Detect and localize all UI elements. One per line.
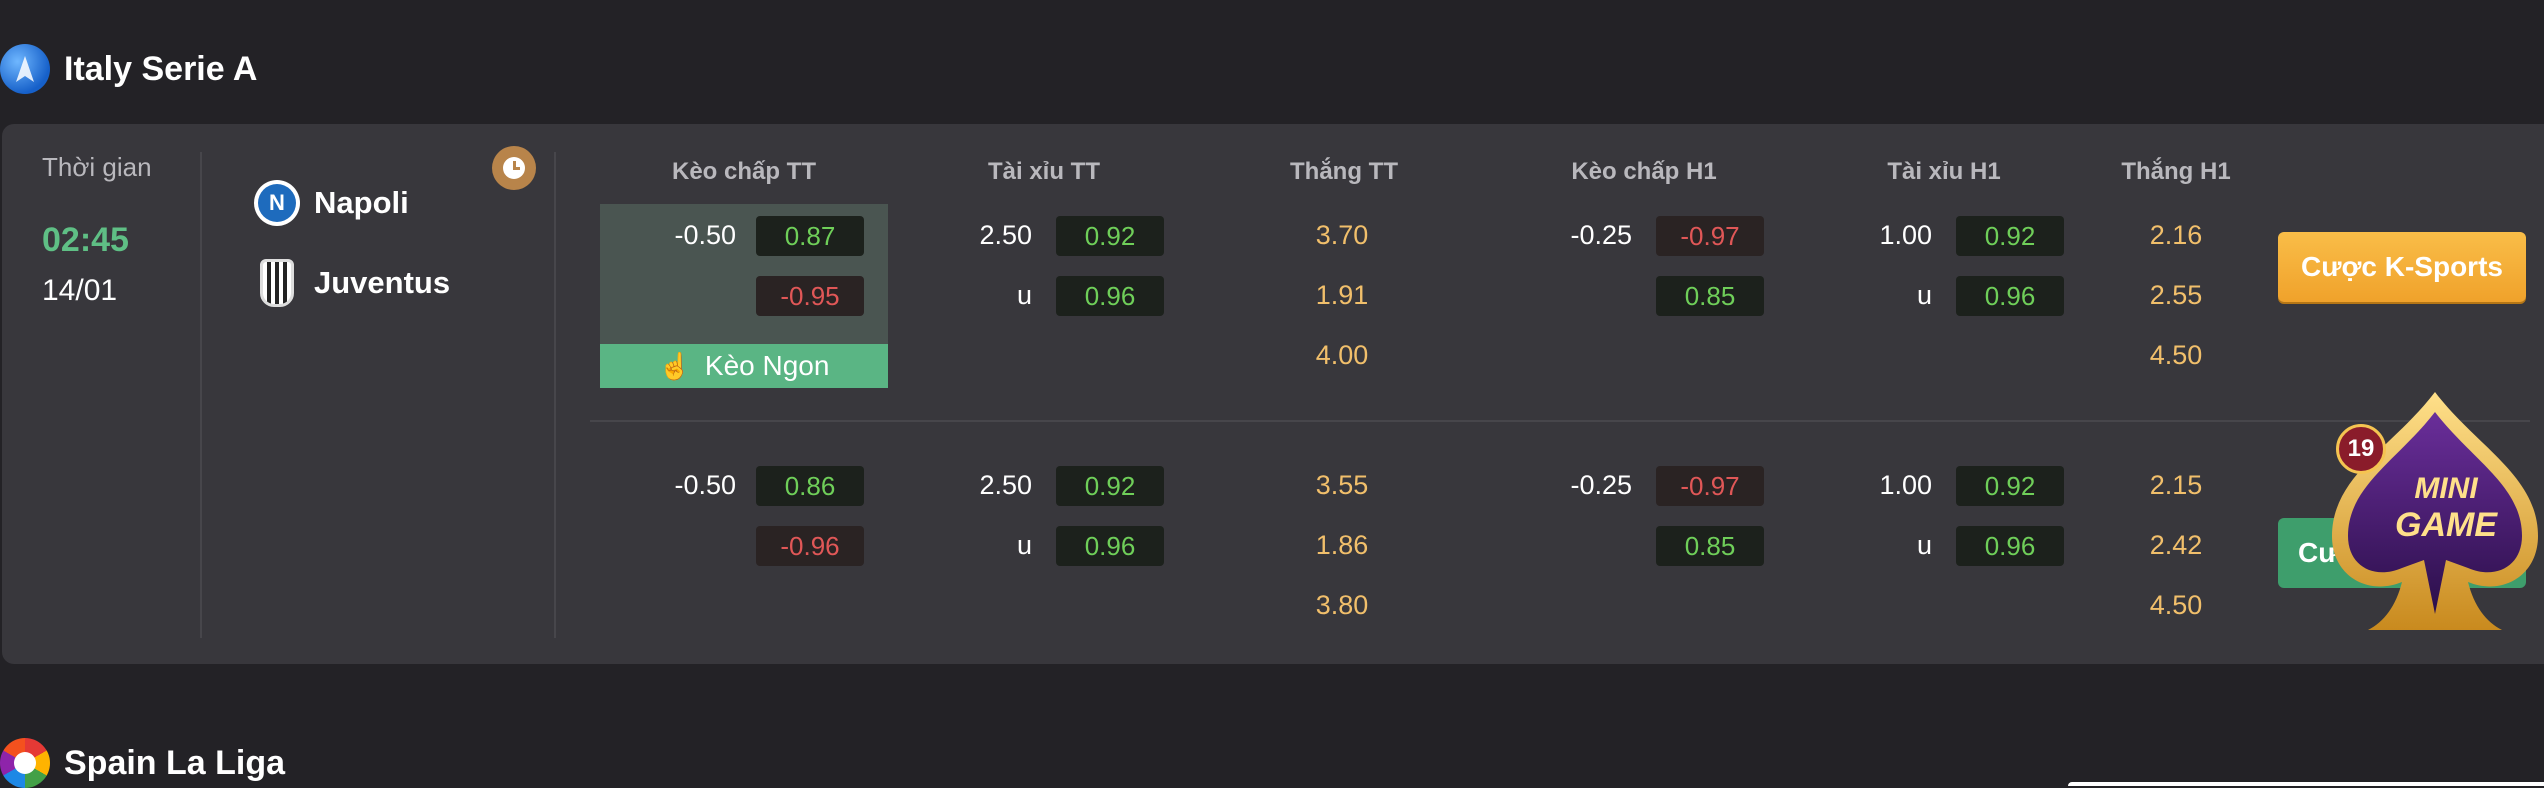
odds-pill[interactable]: 0.96 [1956, 276, 2064, 316]
odds-pill[interactable]: 0.96 [1056, 526, 1164, 566]
win-odds[interactable]: 4.00 [1292, 340, 1392, 371]
league-header-laliga[interactable]: Spain La Liga [0, 738, 285, 788]
match-time: 02:45 [42, 221, 129, 259]
odds-pill[interactable]: 0.85 [1656, 276, 1764, 316]
odds-pill[interactable]: 0.86 [756, 466, 864, 506]
napoli-logo-icon: N [254, 180, 300, 226]
mini-game-badge: 19 [2336, 424, 2386, 474]
match-date: 14/01 [42, 274, 118, 307]
mini-game-label-2: GAME [2395, 506, 2497, 544]
h1-win-odds[interactable]: 2.55 [2126, 280, 2226, 311]
bet-k-sports-button[interactable]: Cược K-Sports [2278, 232, 2526, 302]
header-win-ft: Thắng TT [1290, 158, 1398, 185]
ou-line: 2.50 [979, 470, 1032, 500]
bottom-panel-edge [2068, 782, 2544, 786]
h1-ou-under-label: u [1916, 530, 1932, 560]
clock-icon[interactable] [492, 146, 536, 190]
league-name: Spain La Liga [64, 743, 286, 782]
odds-pill[interactable]: 0.85 [1656, 526, 1764, 566]
odds-pill[interactable]: 0.92 [1956, 216, 2064, 256]
odds-pill[interactable]: 0.96 [1956, 526, 2064, 566]
team-home[interactable]: N Napoli [254, 180, 409, 226]
ou-under-label: u [1016, 280, 1032, 310]
hand-pointer-icon: ☝ [658, 350, 691, 381]
win-odds[interactable]: 3.80 [1292, 590, 1392, 621]
juventus-logo-icon [254, 259, 300, 307]
ou-line: 2.50 [979, 220, 1032, 250]
header-win-h1: Thắng H1 [2121, 158, 2231, 185]
hdp-line: -0.50 [674, 470, 736, 500]
h1-win-odds[interactable]: 2.15 [2126, 470, 2226, 501]
hdp-line: -0.50 [674, 220, 736, 250]
row-divider [590, 420, 2530, 422]
team-home-name: Napoli [314, 185, 409, 220]
league-header-serie-a[interactable]: Italy Serie A [0, 44, 257, 94]
win-odds[interactable]: 3.70 [1292, 220, 1392, 251]
odds-pill[interactable]: -0.97 [1656, 466, 1764, 506]
laliga-logo-icon [0, 738, 50, 788]
h1-ou-under-label: u [1916, 280, 1932, 310]
mini-game-label-1: MINI [2414, 472, 2478, 505]
serie-a-logo-icon [0, 44, 50, 94]
keo-ngon-label: Kèo Ngon [704, 350, 830, 381]
h1-ou-line: 1.00 [1879, 470, 1932, 500]
league-name: Italy Serie A [64, 49, 258, 88]
header-ou-ft: Tài xỉu TT [987, 158, 1100, 185]
header-hdp-ft: Kèo chấp TT [671, 158, 816, 185]
h1-win-odds[interactable]: 2.42 [2126, 530, 2226, 561]
h1-win-odds[interactable]: 4.50 [2126, 340, 2226, 371]
h1-ou-line: 1.00 [1879, 220, 1932, 250]
team-away[interactable]: Juventus [254, 259, 451, 307]
header-hdp-h1: Kèo chấp H1 [1571, 158, 1717, 185]
divider [554, 152, 556, 638]
odds-pill[interactable]: -0.95 [756, 276, 864, 316]
ou-under-label: u [1016, 530, 1032, 560]
team-away-name: Juventus [314, 265, 451, 300]
match-time-block: Thời gian 02:45 14/01 [42, 152, 152, 308]
divider [200, 152, 202, 638]
win-odds[interactable]: 1.91 [1292, 280, 1392, 311]
h1-win-odds[interactable]: 4.50 [2126, 590, 2226, 621]
win-odds[interactable]: 1.86 [1292, 530, 1392, 561]
h1-win-odds[interactable]: 2.16 [2126, 220, 2226, 251]
odds-pill[interactable]: 0.96 [1056, 276, 1164, 316]
odds-pill[interactable]: 0.92 [1056, 216, 1164, 256]
h1-hdp-line: -0.25 [1570, 220, 1632, 250]
mini-game-widget[interactable]: 19 MINI GAME [2326, 386, 2544, 636]
h1-hdp-line: -0.25 [1570, 470, 1632, 500]
time-label: Thời gian [42, 152, 152, 182]
odds-pill[interactable]: 0.92 [1056, 466, 1164, 506]
odds-pill[interactable]: -0.96 [756, 526, 864, 566]
odds-pill[interactable]: 0.92 [1956, 466, 2064, 506]
header-ou-h1: Tài xỉu H1 [1887, 158, 2001, 185]
keo-ngon-badge[interactable]: ☝ Kèo Ngon [600, 344, 888, 388]
odds-pill[interactable]: -0.97 [1656, 216, 1764, 256]
match-card: Thời gian 02:45 14/01 N Napoli Juventus … [2, 124, 2544, 664]
win-odds[interactable]: 3.55 [1292, 470, 1392, 501]
odds-pill[interactable]: 0.87 [756, 216, 864, 256]
